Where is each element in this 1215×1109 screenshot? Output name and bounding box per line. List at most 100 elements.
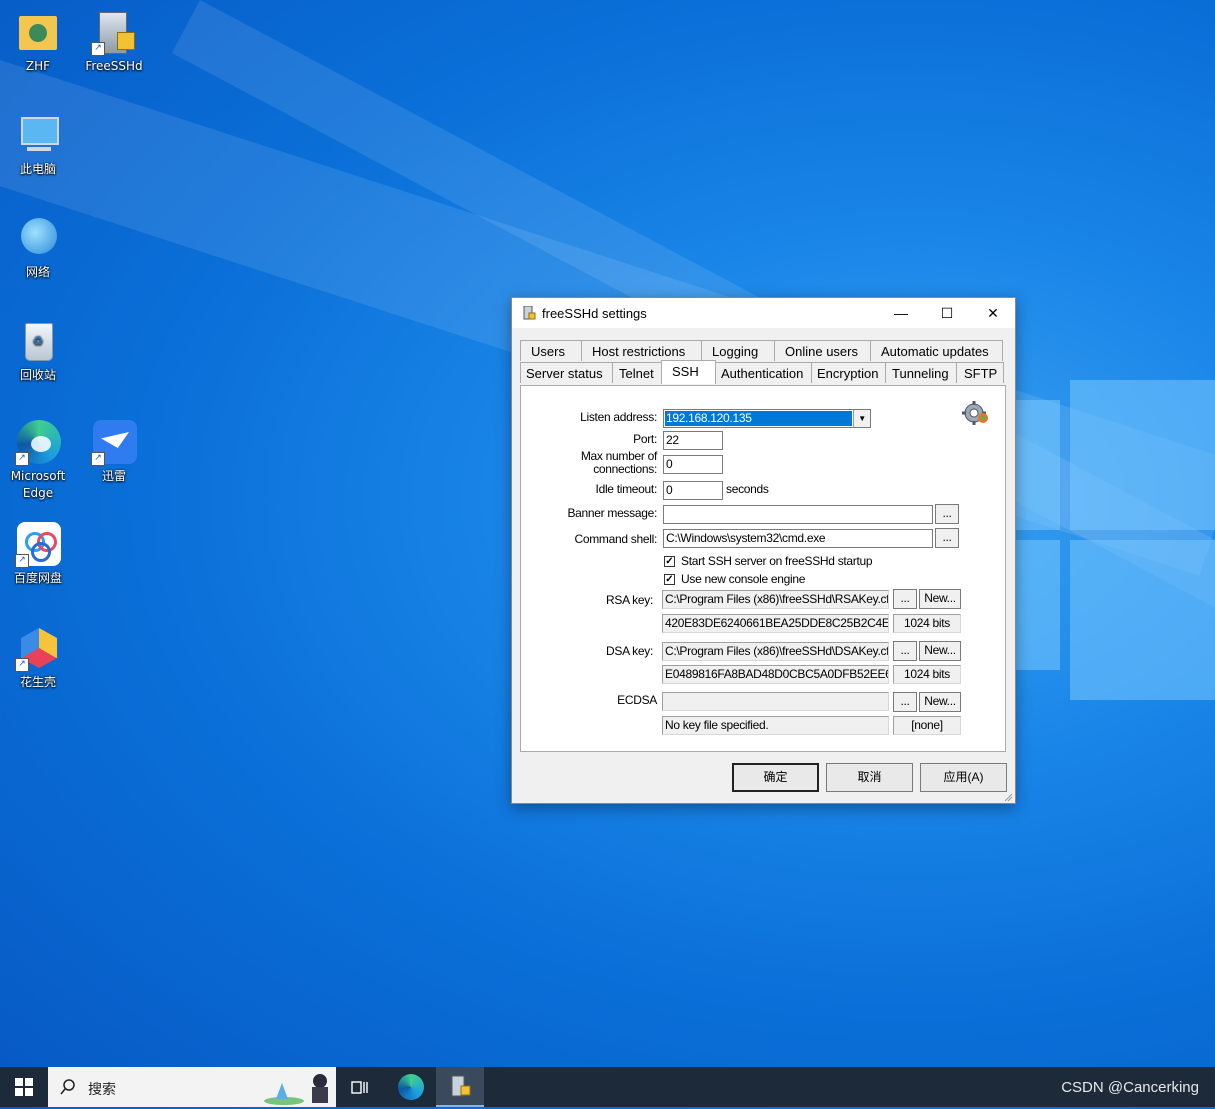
recycle-bin-icon: ♻ bbox=[15, 319, 61, 365]
network-globe-icon bbox=[15, 216, 61, 262]
tab-host-restrictions[interactable]: Host restrictions bbox=[581, 340, 702, 361]
tab-authentication[interactable]: Authentication bbox=[715, 362, 812, 383]
rsa-key-path: C:\Program Files (x86)\freeSSHd\RSAKey.c… bbox=[662, 590, 889, 609]
command-shell-input[interactable]: C:\Windows\system32\cmd.exe bbox=[663, 529, 933, 548]
resize-grip-icon[interactable] bbox=[1003, 791, 1013, 802]
maximize-button[interactable]: ☐ bbox=[924, 298, 970, 328]
start-button[interactable] bbox=[0, 1067, 48, 1107]
tab-encryption[interactable]: Encryption bbox=[811, 362, 886, 383]
desktop-icon-edge[interactable]: ↗ Microsoft Edge bbox=[2, 420, 74, 502]
task-view-button[interactable] bbox=[336, 1067, 384, 1107]
server-lock-icon: ↗ bbox=[91, 10, 137, 56]
rsa-fingerprint: 420E83DE6240661BEA25DDE8C25B2C4E bbox=[662, 614, 889, 633]
edge-icon: ↗ bbox=[15, 420, 61, 466]
apply-button[interactable]: 应用(A) bbox=[920, 763, 1007, 792]
port-label: Port: bbox=[633, 432, 657, 446]
rsa-new-button[interactable]: New... bbox=[919, 589, 961, 609]
port-input[interactable]: 22 bbox=[663, 431, 723, 450]
taskbar-search-box[interactable]: 搜索 bbox=[48, 1067, 336, 1107]
rsa-browse-button[interactable]: ... bbox=[893, 589, 917, 609]
desktop-icon-network[interactable]: 网络 bbox=[2, 216, 74, 281]
desktop-icon-baidu-netdisk[interactable]: ↗ 百度网盘 bbox=[2, 522, 74, 587]
dsa-fingerprint: E0489816FA8BAD48D0CBC5A0DFB52EE6 bbox=[662, 665, 889, 684]
ecdsa-status: No key file specified. bbox=[662, 716, 889, 735]
desktop-icon-label: 花生壳 bbox=[19, 675, 56, 689]
server-lock-icon bbox=[451, 1075, 471, 1097]
cloud-disk-icon: ↗ bbox=[15, 522, 61, 568]
max-connections-label-2: connections: bbox=[593, 462, 657, 476]
tab-tunneling[interactable]: Tunneling bbox=[885, 362, 957, 383]
minimize-button[interactable]: — bbox=[878, 298, 924, 328]
idle-timeout-input[interactable]: 0 bbox=[663, 481, 723, 500]
close-icon: ✕ bbox=[987, 304, 999, 321]
maximize-icon: ☐ bbox=[940, 304, 954, 321]
tab-row-1: Users Host restrictions Logging Online u… bbox=[520, 340, 1003, 362]
dsa-key-path: C:\Program Files (x86)\freeSSHd\DSAKey.c… bbox=[662, 642, 889, 661]
tab-users[interactable]: Users bbox=[520, 340, 582, 361]
listen-address-label: Listen address: bbox=[580, 410, 657, 424]
taskbar-freesshd-button[interactable] bbox=[436, 1067, 484, 1107]
desktop-icon-freesshd[interactable]: ↗ FreeSSHd bbox=[78, 10, 150, 75]
ok-button[interactable]: 确定 bbox=[732, 763, 819, 792]
desktop-icon-recycle-bin[interactable]: ♻ 回收站 bbox=[2, 319, 74, 384]
banner-message-input[interactable] bbox=[663, 505, 933, 524]
dsa-bits: 1024 bits bbox=[893, 665, 961, 684]
desktop-icon-label: FreeSSHd bbox=[85, 59, 143, 73]
desktop-icon-oray[interactable]: ↗ 花生壳 bbox=[2, 626, 74, 691]
csdn-watermark: CSDN @Cancerking bbox=[1061, 1079, 1199, 1096]
desktop-icon-zhf[interactable]: ZHF bbox=[2, 10, 74, 75]
shortcut-arrow-icon: ↗ bbox=[15, 554, 29, 568]
desktop-icon-label: 回收站 bbox=[19, 368, 56, 382]
desktop-icon-label: ZHF bbox=[25, 59, 51, 73]
shortcut-arrow-icon: ↗ bbox=[91, 452, 105, 466]
shortcut-arrow-icon: ↗ bbox=[91, 42, 105, 56]
banner-browse-button[interactable]: ... bbox=[935, 504, 959, 524]
tab-automatic-updates[interactable]: Automatic updates bbox=[870, 340, 1003, 361]
tab-telnet[interactable]: Telnet bbox=[612, 362, 662, 383]
max-connections-input[interactable]: 0 bbox=[663, 455, 723, 474]
app-icon bbox=[522, 305, 536, 320]
title-bar[interactable]: freeSSHd settings — ☐ ✕ bbox=[512, 298, 1015, 328]
gear-settings-icon bbox=[961, 398, 991, 428]
tab-logging[interactable]: Logging bbox=[701, 340, 775, 361]
desktop-icon-label: 百度网盘 bbox=[13, 571, 62, 585]
desktop-icon-label: 迅雷 bbox=[101, 469, 126, 483]
user-folder-icon bbox=[15, 10, 61, 56]
search-placeholder: 搜索 bbox=[88, 1082, 116, 1098]
freesshd-settings-window: freeSSHd settings — ☐ ✕ Users Host restr… bbox=[511, 297, 1016, 804]
new-console-checkbox[interactable]: ✓ bbox=[664, 574, 675, 585]
idle-timeout-unit: seconds bbox=[726, 482, 769, 496]
ecdsa-label: ECDSA bbox=[617, 693, 657, 707]
dropdown-arrow-icon[interactable]: ▼ bbox=[853, 410, 870, 427]
start-on-startup-checkbox[interactable]: ✓ bbox=[664, 556, 675, 567]
ecdsa-browse-button[interactable]: ... bbox=[893, 692, 917, 712]
ecdsa-new-button[interactable]: New... bbox=[919, 692, 961, 712]
command-shell-browse-button[interactable]: ... bbox=[935, 528, 959, 548]
dsa-browse-button[interactable]: ... bbox=[893, 641, 917, 661]
search-highlight-illustration bbox=[262, 1069, 332, 1105]
ecdsa-key-path bbox=[662, 692, 889, 711]
tab-ssh[interactable]: SSH bbox=[661, 360, 716, 384]
windows-start-icon bbox=[15, 1078, 33, 1096]
desktop-icon-label: 此电脑 bbox=[19, 162, 56, 176]
rsa-key-label: RSA key: bbox=[606, 593, 653, 607]
banner-message-label: Banner message: bbox=[567, 506, 657, 520]
close-button[interactable]: ✕ bbox=[970, 298, 1016, 328]
dsa-new-button[interactable]: New... bbox=[919, 641, 961, 661]
cube-app-icon: ↗ bbox=[15, 626, 61, 672]
desktop-icon-this-pc[interactable]: 此电脑 bbox=[2, 113, 74, 178]
idle-timeout-label: Idle timeout: bbox=[595, 482, 658, 496]
tab-online-users[interactable]: Online users bbox=[774, 340, 871, 361]
start-on-startup-label: Start SSH server on freeSSHd startup bbox=[681, 554, 873, 568]
new-console-label: Use new console engine bbox=[681, 572, 806, 586]
desktop-icon-xunlei[interactable]: ↗ 迅雷 bbox=[78, 420, 150, 485]
listen-address-value: 192.168.120.135 bbox=[665, 411, 852, 426]
tab-sftp[interactable]: SFTP bbox=[956, 362, 1004, 383]
shortcut-arrow-icon: ↗ bbox=[15, 658, 29, 672]
cancel-button[interactable]: 取消 bbox=[826, 763, 913, 792]
desktop-icon-label: 网络 bbox=[25, 265, 50, 279]
listen-address-select[interactable]: 192.168.120.135 ▼ bbox=[663, 409, 871, 428]
tab-server-status[interactable]: Server status bbox=[520, 362, 613, 383]
taskbar-edge-button[interactable] bbox=[387, 1067, 435, 1107]
command-shell-label: Command shell: bbox=[574, 532, 657, 546]
